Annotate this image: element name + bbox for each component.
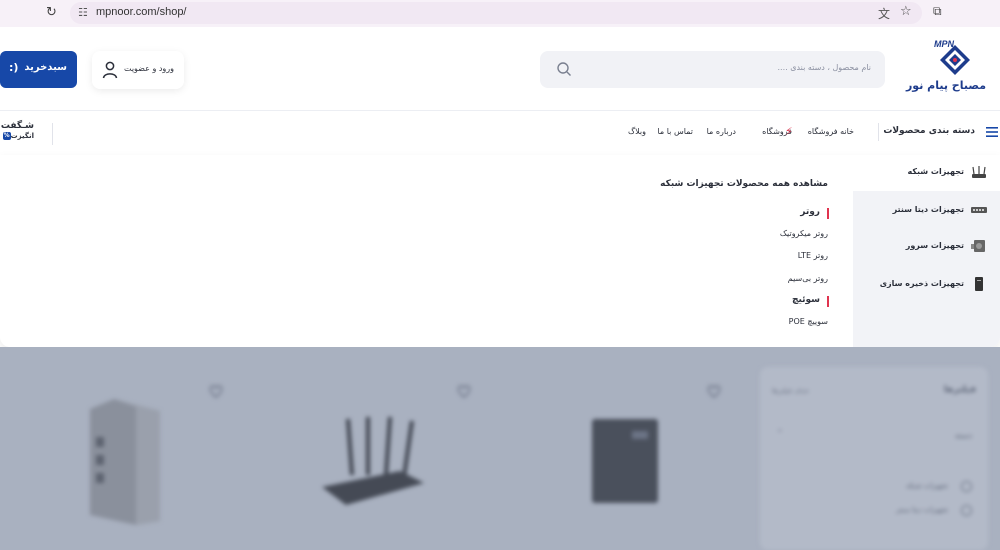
access-point-product-image	[90, 399, 160, 525]
user-icon	[102, 61, 118, 79]
sidebar-item-label: تجهیزات سرور	[905, 241, 964, 250]
chevron-up-icon: ⌃	[776, 429, 784, 439]
router-product-image	[322, 416, 424, 505]
logo-wordmark-fa: مصباح پیام نور	[905, 79, 986, 92]
nav-link-shop-home[interactable]: خانه فروشگاه	[808, 127, 854, 136]
nav-link-contact[interactable]: تماس با ما	[657, 127, 693, 136]
site-logo[interactable]: MPN مصباح پیام نور	[906, 39, 988, 99]
view-all-network-link[interactable]: مشاهده همه محصولات تجهیزات شبکه	[660, 179, 828, 189]
cart-smile-icon: :)	[9, 61, 19, 74]
site-settings-icon[interactable]: ☷	[78, 6, 88, 19]
filter-panel: فیلترها حذف فیلترها دسته ⌃ تجهیزات شبکه …	[760, 367, 988, 550]
sidebar-item-server[interactable]: تجهیزات سرور	[853, 229, 1000, 265]
heart-icon	[457, 385, 471, 398]
server-icon	[971, 240, 985, 252]
hamburger-menu-icon[interactable]	[986, 127, 998, 137]
filter-option: تجهیزات دیتا سنتر	[896, 506, 948, 514]
amazing-subtitle-row: %انگیزت	[0, 132, 34, 140]
main-nav: دسته بندی محصولات خانه فروشگاه فروشگاه ⚡…	[0, 111, 1000, 155]
filter-clear-link: حذف فیلترها	[772, 387, 810, 395]
nav-categories[interactable]: دسته بندی محصولات	[883, 126, 975, 136]
sidebar-item-label: تجهیزات دیتا سنتر	[892, 205, 964, 214]
extensions-icon[interactable]: ⧉	[933, 4, 942, 19]
group-heading-switch[interactable]: سوئیچ	[792, 295, 820, 305]
cart-label: سبدخرید	[24, 62, 67, 73]
search-icon[interactable]	[556, 61, 572, 77]
group-accent-bar	[827, 296, 829, 307]
search-placeholder: نام محصول ، دسته بندی ....	[777, 63, 872, 72]
amazing-subtitle: انگیزت	[10, 132, 34, 140]
filter-option: تجهیزات شبکه	[905, 482, 948, 490]
address-bar[interactable]: ☷ mpnoor.com/shop/ 文 ☆	[70, 2, 922, 24]
switch-icon	[971, 207, 987, 213]
categories-mega-menu: تجهیزات شبکه تجهیزات دیتا سنتر تجهیزات س…	[0, 155, 1000, 347]
ups-product-image	[592, 419, 658, 503]
sidebar-item-storage[interactable]: تجهیزات ذخیره سازی	[853, 267, 1000, 303]
nav-link-blog[interactable]: وبلاگ	[628, 127, 646, 136]
page-overlay[interactable]: فیلترها حذف فیلترها دسته ⌃ تجهیزات شبکه …	[0, 347, 1000, 550]
menu-item-poe-switch[interactable]: سوییچ POE	[789, 317, 828, 326]
lightning-icon: ⚡	[785, 125, 793, 138]
browser-toolbar: ↻ ☷ mpnoor.com/shop/ 文 ☆ ⧉	[0, 0, 1000, 27]
menu-item-lte-router[interactable]: روتر LTE	[798, 251, 828, 260]
logo-mark-icon	[940, 45, 970, 75]
nav-divider	[52, 123, 53, 145]
group-heading-router[interactable]: روتر	[800, 207, 820, 217]
site-header: MPN مصباح پیام نور نام محصول ، دسته بندی…	[0, 27, 1000, 111]
blurred-content: فیلترها حذف فیلترها دسته ⌃ تجهیزات شبکه …	[0, 347, 1000, 550]
percent-badge-icon: %	[2, 132, 11, 140]
login-button[interactable]: ورود و عضویت	[92, 51, 184, 89]
url-text[interactable]: mpnoor.com/shop/	[96, 6, 187, 18]
filter-radio	[961, 505, 972, 516]
amazing-offers-link[interactable]: شـگفت %انگیزت	[0, 121, 34, 140]
menu-item-wireless-router[interactable]: روتر بی‌سیم	[788, 274, 828, 283]
search-input[interactable]: نام محصول ، دسته بندی ....	[540, 51, 885, 88]
filter-title: فیلترها	[943, 385, 976, 395]
nav-divider	[878, 123, 879, 141]
heart-icon	[707, 385, 721, 398]
login-label: ورود و عضویت	[123, 64, 174, 73]
bookmark-star-icon[interactable]: ☆	[900, 4, 912, 19]
group-accent-bar	[827, 208, 829, 219]
filter-section-title: دسته	[955, 431, 972, 440]
amazing-title: شـگفت	[0, 121, 34, 131]
mega-menu-sidebar: تجهیزات شبکه تجهیزات دیتا سنتر تجهیزات س…	[853, 155, 1000, 347]
translate-icon[interactable]: 文	[878, 5, 890, 22]
sidebar-item-network[interactable]: تجهیزات شبکه	[853, 155, 1000, 191]
sidebar-item-datacenter[interactable]: تجهیزات دیتا سنتر	[853, 193, 1000, 229]
storage-icon	[975, 277, 983, 291]
heart-icon	[209, 385, 223, 398]
menu-item-mikrotik-router[interactable]: روتر میکروتیک	[780, 229, 828, 238]
sidebar-item-label: تجهیزات ذخیره سازی	[879, 279, 964, 288]
reload-icon[interactable]: ↻	[46, 5, 57, 20]
nav-link-about[interactable]: درباره ما	[707, 127, 736, 136]
sidebar-item-label: تجهیزات شبکه	[907, 167, 965, 176]
filter-radio	[961, 481, 972, 492]
router-icon	[972, 166, 986, 178]
cart-button[interactable]: سبدخرید :)	[0, 51, 77, 88]
